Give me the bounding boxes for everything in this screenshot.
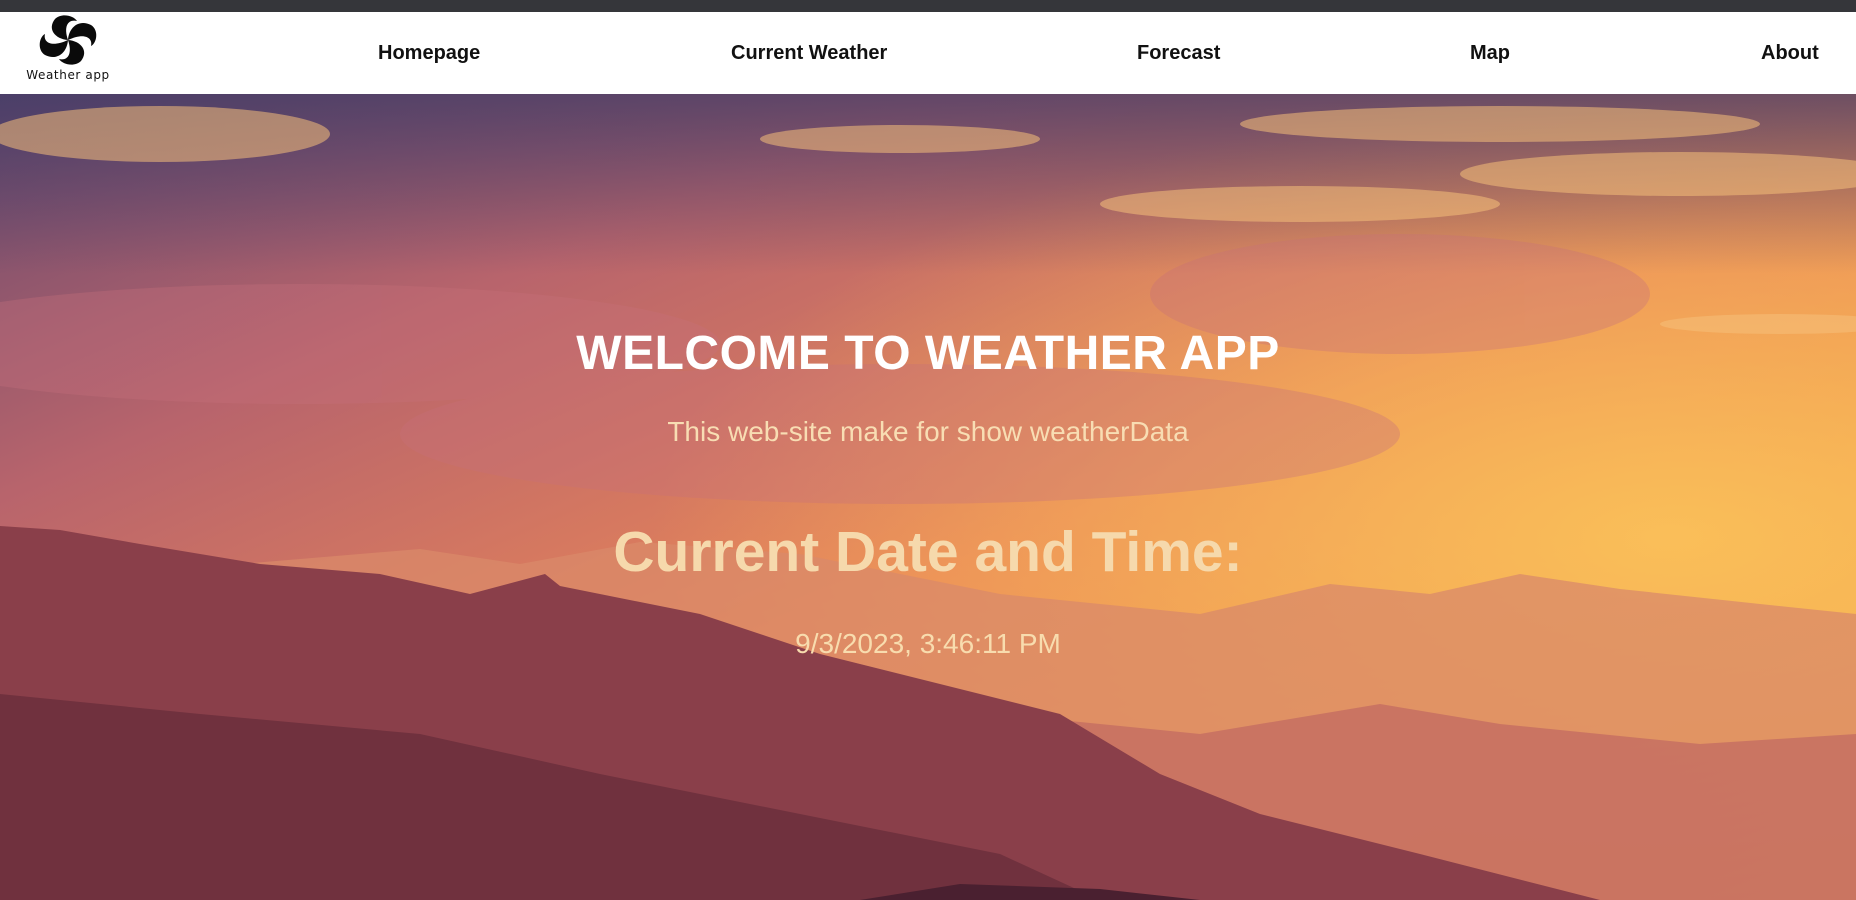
logo-text: Weather app (26, 68, 110, 82)
nav-map[interactable]: Map (1470, 42, 1510, 65)
nav-homepage[interactable]: Homepage (378, 42, 480, 65)
page-subtitle: This web-site make for show weatherData (667, 416, 1189, 447)
nav-about[interactable]: About (1761, 42, 1819, 65)
nav-forecast[interactable]: Forecast (1137, 42, 1220, 65)
navbar: Weather app Homepage Current Weather For… (0, 12, 1856, 94)
nav-current-weather[interactable]: Current Weather (731, 42, 887, 65)
datetime-heading: Current Date and Time: (613, 520, 1243, 584)
page-title: WELCOME TO WEATHER APP (576, 327, 1280, 380)
browser-top-strip (0, 0, 1856, 12)
logo[interactable]: Weather app (16, 12, 120, 94)
datetime-value: 9/3/2023, 3:46:11 PM (795, 628, 1061, 659)
swirl-logo-icon (39, 15, 97, 65)
hero-section: WELCOME TO WEATHER APP This web-site mak… (0, 94, 1856, 900)
sunset-mountains-image (0, 94, 1856, 900)
